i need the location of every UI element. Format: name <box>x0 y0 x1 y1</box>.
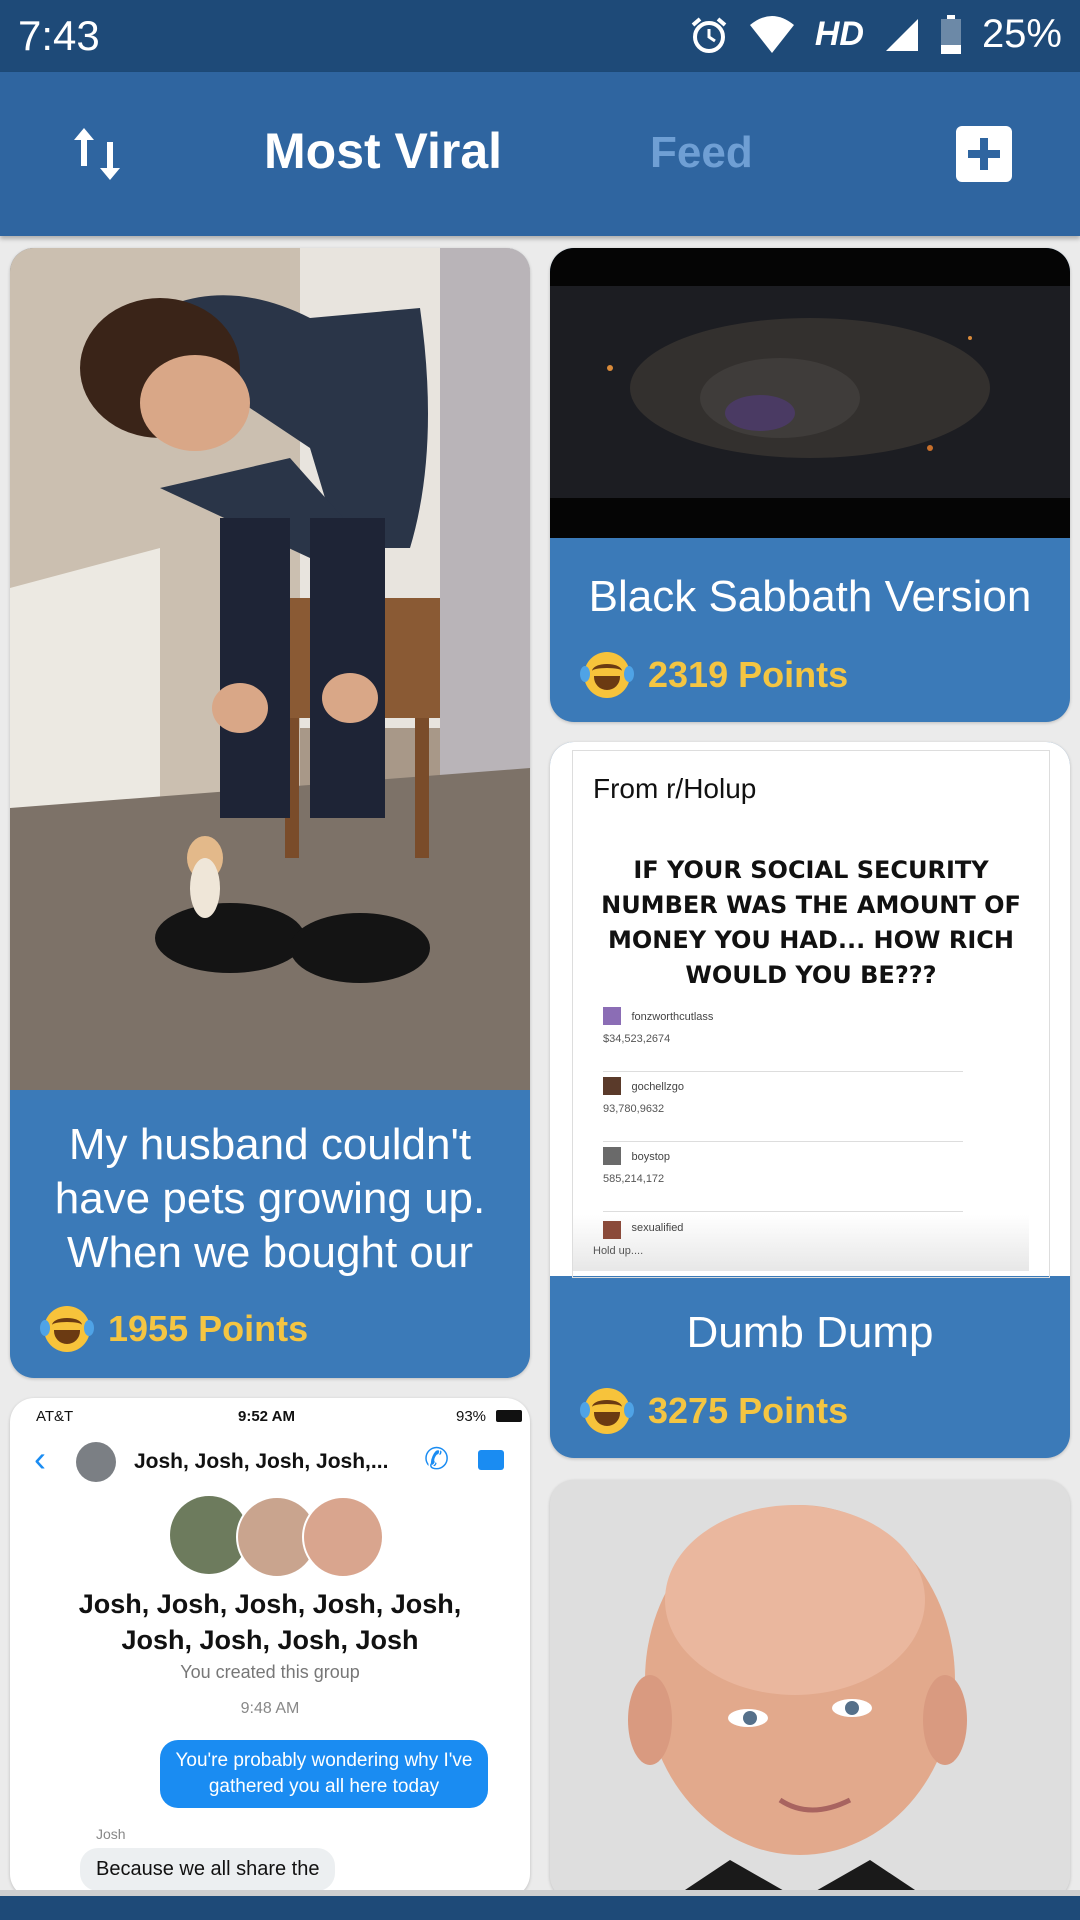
reply-sender: Josh <box>96 1826 126 1842</box>
avatar <box>76 1442 116 1482</box>
alarm-icon <box>691 16 727 53</box>
post-card[interactable]: AT&T 9:52 AM 93% ‹ Josh, Josh, Josh, Jos… <box>10 1398 530 1898</box>
post-points: 1955 Points <box>108 1308 309 1349</box>
phone-icon: ✆ <box>424 1443 450 1476</box>
group-avatars <box>170 1496 384 1578</box>
battery-percent: 25% <box>981 12 1062 56</box>
tab-most-viral[interactable]: Most Viral <box>264 122 502 180</box>
post-points: 3275 Points <box>648 1390 849 1431</box>
group-name: Josh, Josh, Josh, Josh, Josh, Josh, Josh… <box>78 1589 462 1655</box>
add-post-button[interactable] <box>956 126 1012 182</box>
app-bar: Most Viral Feed <box>0 72 1080 236</box>
received-message-bubble: Because we all share the <box>80 1848 336 1891</box>
post-card[interactable]: Black Sabbath Version <box>550 248 1070 722</box>
group-created-note: You created this group <box>180 1662 360 1682</box>
post-caption: Dumb Dump <box>686 1308 934 1357</box>
scroll-indicator <box>0 1890 1080 1896</box>
reply-item: sexualified Hold up.... <box>573 1215 1029 1271</box>
post-card[interactable]: From r/Holup IF YOUR SOCIAL SECURITY NUM… <box>550 742 1070 1458</box>
reply-item: gochellzgo 93,780,9632 <box>603 1077 963 1142</box>
plus-icon <box>968 138 1000 170</box>
sent-message-bubble: You're probably wondering why I've gathe… <box>160 1740 488 1808</box>
post-card[interactable]: My husband couldn't have pets growing up… <box>10 248 530 1378</box>
chat-status-bar: AT&T 9:52 AM 93% <box>10 1402 530 1432</box>
status-time: 7:43 <box>18 12 100 59</box>
battery-icon <box>940 14 961 54</box>
signal-icon <box>885 18 918 51</box>
post-points: 2319 Points <box>648 654 849 695</box>
network-type: HD <box>814 15 864 53</box>
reply-item: fonzworthcutlass $34,523,2674 <box>603 1007 963 1072</box>
post-caption: Black Sabbath Version <box>588 572 1032 621</box>
status-icons: HD 25% <box>689 12 1062 57</box>
points-row: 2319 Points <box>580 652 849 698</box>
bottom-bar <box>0 1890 1080 1920</box>
post-card[interactable] <box>550 1480 1070 1900</box>
points-row: 3275 Points <box>580 1388 849 1434</box>
image-source-label: From r/Holup <box>593 773 757 804</box>
status-bar: 7:43 HD 25% <box>0 0 1080 72</box>
back-chevron-icon: ‹ <box>34 1438 46 1479</box>
sort-arrows-icon[interactable] <box>70 124 124 184</box>
laughing-tears-emoji-icon <box>40 1306 94 1352</box>
post-image: From r/Holup IF YOUR SOCIAL SECURITY NUM… <box>550 742 1070 1278</box>
tab-feed[interactable]: Feed <box>650 128 753 178</box>
wifi-icon <box>749 15 794 53</box>
chat-header-title: Josh, Josh, Josh, Josh,... <box>134 1450 389 1473</box>
laughing-tears-emoji-icon <box>580 652 634 698</box>
video-icon <box>478 1450 504 1470</box>
reply-item: boystop 585,214,172 <box>603 1147 963 1212</box>
points-row: 1955 Points <box>40 1306 309 1352</box>
post-image <box>550 248 1070 538</box>
laughing-tears-emoji-icon <box>580 1388 634 1434</box>
image-headline: IF YOUR SOCIAL SECURITY NUMBER WAS THE A… <box>601 856 1021 989</box>
chat-timestamp: 9:48 AM <box>240 1700 300 1717</box>
post-caption: My husband couldn't have pets growing up… <box>54 1120 486 1277</box>
post-image <box>550 1480 1070 1900</box>
post-image <box>10 248 530 1090</box>
